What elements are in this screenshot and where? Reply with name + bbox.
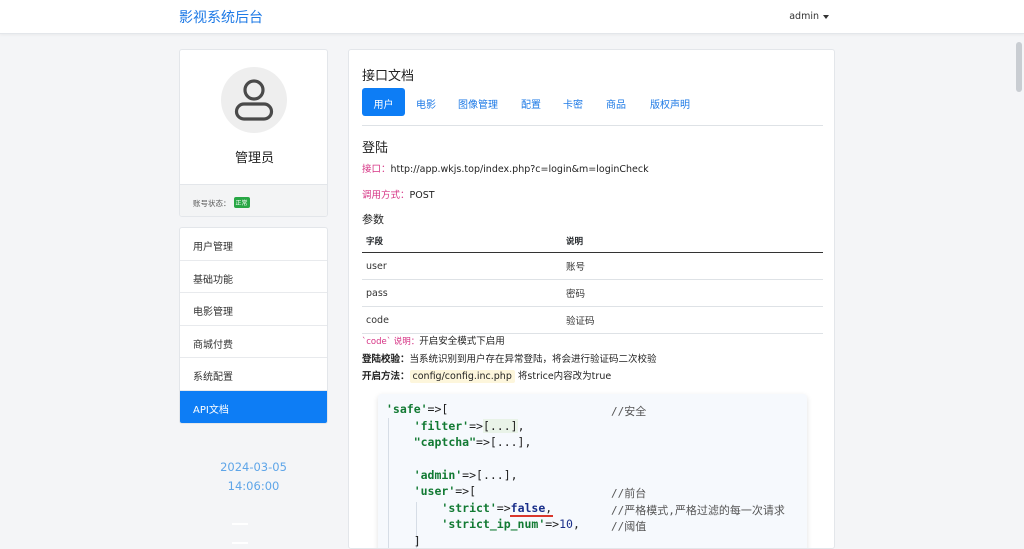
table-header-row: 字段 说明: [362, 230, 823, 253]
code-comment: //安全: [611, 405, 647, 418]
code-note: `code` 说明：开启安全模式下启用: [362, 333, 505, 347]
login-check-text: 当系统识别到用户存在异常登陆，将会进行验证码二次校验: [409, 354, 657, 365]
tab-image-management[interactable]: 图像管理: [452, 88, 504, 116]
user-icon: [234, 79, 274, 121]
table-cell: 验证码: [562, 306, 823, 334]
config-file-path: config/config.inc.php: [409, 370, 515, 383]
tab-user[interactable]: 用户: [362, 88, 405, 116]
clock-time: 14:06:00: [227, 479, 280, 493]
status-label: 账号状态：: [193, 199, 231, 208]
doc-title: 接口文档: [362, 69, 415, 84]
doc-tabs: 用户 电影 图像管理 配置 卡密 商品 版权声明: [362, 88, 823, 126]
sidebar-item-system-config[interactable]: 系统配置: [180, 358, 327, 391]
code-block: 'safe'=>[ //安全 'filter'=>[...], "captcha…: [378, 394, 807, 548]
table-cell: 账号: [562, 252, 823, 280]
table-row: user 账号: [362, 252, 823, 280]
table-cell: pass: [362, 279, 562, 307]
method-value: POST: [409, 190, 435, 201]
clock-date: 2024-03-05: [220, 460, 287, 474]
table-cell: code: [362, 306, 562, 334]
table-header: 字段: [362, 230, 562, 253]
table-cell: user: [362, 252, 562, 280]
api-url: http://app.wkjs.top/index.php?c=login&m=…: [390, 164, 649, 175]
params-title: 参数: [362, 213, 384, 226]
api-doc-panel: 接口文档 用户 电影 图像管理 配置 卡密 商品 版权声明 登陆 接口：http…: [348, 49, 835, 549]
tab-config[interactable]: 配置: [516, 88, 546, 116]
tab-card-key[interactable]: 卡密: [558, 88, 588, 116]
table-cell: 密码: [562, 279, 823, 307]
profile-card: 管理员 账号状态： 正常: [179, 49, 328, 217]
code-comment: //严格模式,严格过滤的每一次请求: [611, 504, 785, 517]
api-label: 接口：: [362, 164, 391, 175]
sidebar-item-user-management[interactable]: 用户管理: [180, 228, 327, 261]
top-navbar: 影视系统后台 admin: [0, 0, 1024, 34]
tab-copyright[interactable]: 版权声明: [645, 88, 695, 116]
avatar: [221, 67, 287, 133]
call-method: 调用方式：POST: [362, 187, 435, 201]
brand-title[interactable]: 影视系统后台: [179, 7, 263, 27]
table-header: 说明: [562, 230, 823, 253]
sidebar-item-movie-management[interactable]: 电影管理: [180, 293, 327, 326]
api-endpoint: 接口：http://app.wkjs.top/index.php?c=login…: [362, 161, 649, 175]
table-row: pass 密码: [362, 279, 823, 307]
code-note-key: `code` 说明：: [362, 337, 420, 347]
sidebar-item-basic-functions[interactable]: 基础功能: [180, 261, 327, 293]
enable-text: 将strice内容改为true: [514, 371, 612, 382]
section-title: 登陆: [362, 141, 389, 156]
code-comment: //前台: [611, 487, 647, 500]
tab-movie[interactable]: 电影: [409, 88, 443, 116]
clock: 2024-03-05 14:06:00: [179, 458, 328, 496]
page-scrollbar[interactable]: [1016, 42, 1022, 92]
user-name: admin: [789, 11, 819, 22]
table-row: code 验证码: [362, 306, 823, 334]
params-table: 字段 说明 user 账号 pass 密码 code 验证码: [362, 230, 823, 334]
tab-goods[interactable]: 商品: [601, 88, 631, 116]
login-check-label: 登陆校验：: [362, 354, 410, 365]
enable-method-note: 开启方法： config/config.inc.php 将strice内容改为tr…: [362, 368, 612, 383]
caret-down-icon: [823, 14, 829, 19]
method-label: 调用方式：: [362, 190, 410, 201]
status-badge: 正常: [233, 197, 250, 208]
enable-label: 开启方法：: [362, 371, 410, 382]
profile-name: 管理员: [234, 151, 274, 166]
code-comment: //阈值: [611, 520, 647, 533]
sidebar-item-api-docs[interactable]: API文档: [180, 390, 327, 423]
login-check-note: 登陆校验：当系统识别到用户存在异常登陆，将会进行验证码二次校验: [362, 351, 657, 365]
account-status: 账号状态： 正常: [180, 184, 327, 216]
sidebar-item-shop-payment[interactable]: 商城付费: [180, 326, 327, 358]
sidebar-menu: 用户管理 基础功能 电影管理 商城付费 系统配置 API文档: [179, 227, 328, 424]
clock-decoration: [232, 510, 274, 544]
code-note-text: 开启安全模式下启用: [419, 336, 505, 347]
user-dropdown[interactable]: admin: [789, 11, 829, 22]
